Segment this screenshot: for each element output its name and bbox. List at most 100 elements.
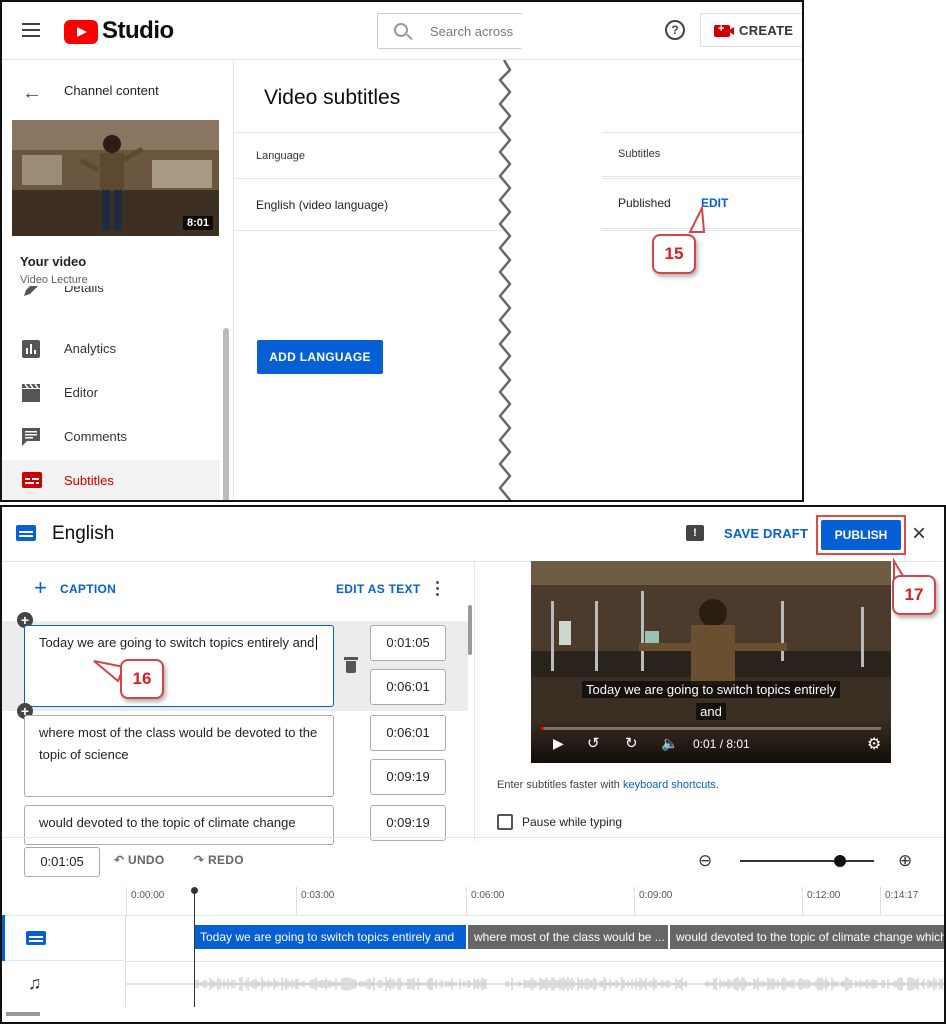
timeline-time-input[interactable]: 0:01:05: [24, 847, 100, 877]
zoom-out-icon[interactable]: ⊖: [698, 851, 712, 871]
subtitle-overlay-line-1: Today we are going to switch topics enti…: [531, 681, 891, 699]
divider: [474, 561, 475, 841]
undo-button[interactable]: ↶ UNDO: [114, 853, 165, 867]
analytics-icon: [22, 340, 40, 358]
pencil-icon: [22, 286, 38, 298]
save-draft-button[interactable]: SAVE DRAFT: [724, 526, 808, 541]
add-caption-button[interactable]: CAPTION: [60, 582, 116, 596]
feedback-icon[interactable]: !: [686, 525, 704, 541]
caption-end-time[interactable]: 0:09:19: [370, 759, 446, 795]
video-progress[interactable]: [541, 727, 881, 730]
ruler-tick: 0:12:00: [802, 887, 840, 915]
torn-gap: [502, 60, 602, 500]
sidebar-item-details[interactable]: Details: [2, 286, 220, 308]
thumbnail-duration: 8:01: [182, 216, 213, 230]
plus-icon[interactable]: +: [34, 577, 47, 599]
ruler-tick: 0:14:17: [880, 887, 918, 915]
subtitles-main: Video subtitles Language English (video …: [234, 60, 802, 500]
search-placeholder: Search across: [430, 24, 514, 39]
youtube-logo-icon[interactable]: [64, 20, 98, 44]
page-title: Video subtitles: [264, 86, 401, 109]
text-cursor: ​: [316, 635, 318, 650]
help-icon[interactable]: ?: [665, 20, 685, 40]
status-cell: Published: [618, 196, 671, 210]
redo-icon: ↷: [194, 853, 208, 867]
torn-edge: [498, 60, 512, 500]
caption-start-time[interactable]: 0:06:01: [370, 715, 446, 751]
video-player[interactable]: Today we are going to switch topics enti…: [531, 561, 891, 763]
edit-as-text-button[interactable]: EDIT AS TEXT: [336, 582, 421, 596]
caption-end-time[interactable]: 0:06:01: [370, 669, 446, 705]
play-icon[interactable]: ▶: [553, 735, 564, 752]
volume-icon[interactable]: 🔈: [661, 735, 678, 752]
video-controls: ▶ ↺ ↻ 🔈 0:01 / 8:01 ⚙: [531, 719, 891, 763]
caption-text-field[interactable]: would devoted to the topic of climate ch…: [24, 805, 334, 845]
ruler-tick: 0:09:00: [634, 887, 672, 915]
sidebar-item-analytics[interactable]: Analytics: [2, 328, 220, 372]
sidebar-item-label: Analytics: [64, 341, 117, 356]
undo-icon: ↶: [114, 853, 128, 867]
timeline-scrollbar[interactable]: [6, 1012, 40, 1016]
sidebar: ← Channel content 8:01 Your video Video …: [2, 60, 234, 500]
create-button[interactable]: CREATE: [700, 13, 802, 47]
publish-button[interactable]: PUBLISH: [821, 520, 901, 550]
audio-track-header: [2, 961, 126, 1007]
keyboard-hint: Enter subtitles faster with keyboard sho…: [497, 779, 719, 791]
subtitles-track-icon: [26, 931, 46, 945]
caption-start-time[interactable]: 0:09:19: [370, 805, 446, 841]
timeline-segment[interactable]: where most of the class would be ...: [468, 925, 668, 949]
search-box[interactable]: Search across: [377, 13, 522, 49]
sidebar-scrollbar[interactable]: [223, 328, 229, 500]
sidebar-item-subtitles[interactable]: Subtitles: [2, 460, 220, 500]
editor-title: English: [52, 523, 115, 544]
hint-text: Enter subtitles faster with: [497, 779, 623, 791]
caption-list-scrollbar[interactable]: [468, 605, 472, 655]
forward-10-icon[interactable]: ↻: [625, 734, 638, 752]
hint-suffix: .: [715, 779, 719, 791]
back-arrow-icon[interactable]: ←: [22, 82, 42, 105]
create-video-icon: [714, 23, 734, 37]
channel-content-link[interactable]: Channel content: [64, 83, 159, 98]
delete-caption-icon[interactable]: [344, 657, 358, 673]
pause-while-typing-label: Pause while typing: [522, 815, 623, 829]
redo-button[interactable]: ↷ REDO: [194, 853, 244, 867]
more-options-icon[interactable]: [436, 581, 440, 597]
subtitle-track-header: [2, 915, 126, 961]
sidebar-item-comments[interactable]: Comments: [2, 416, 220, 460]
timeline-segment-active[interactable]: Today we are going to switch topics enti…: [194, 925, 466, 949]
close-icon[interactable]: ×: [912, 520, 926, 548]
zoom-slider-handle[interactable]: [834, 855, 846, 867]
undo-label: UNDO: [128, 853, 165, 867]
caption-text-field[interactable]: where most of the class would be devoted…: [24, 715, 334, 797]
video-thumbnail[interactable]: 8:01: [12, 120, 219, 236]
comment-icon: [22, 428, 40, 446]
search-icon: [394, 23, 408, 37]
divider: [2, 837, 944, 838]
sidebar-item-label: Comments: [64, 429, 127, 444]
caption-start-time[interactable]: 0:01:05: [370, 625, 446, 661]
settings-gear-icon[interactable]: ⚙: [867, 734, 881, 754]
keyboard-shortcuts-link[interactable]: keyboard shortcuts: [623, 779, 716, 791]
ruler-tick: 0:00:00: [126, 887, 164, 915]
zoom-in-icon[interactable]: ⊕: [898, 851, 912, 871]
create-label: CREATE: [739, 23, 794, 38]
column-header-language: Language: [256, 150, 305, 162]
sidebar-item-label: Subtitles: [64, 473, 114, 488]
add-language-button[interactable]: ADD LANGUAGE: [257, 340, 383, 374]
sidebar-item-editor[interactable]: Editor: [2, 372, 220, 416]
language-cell: English (video language): [256, 198, 389, 212]
timeline-ruler[interactable]: 0:00:00 0:03:00 0:06:00 0:09:00 0:12:00 …: [126, 887, 944, 915]
rewind-10-icon[interactable]: ↺: [587, 734, 600, 752]
divider: [126, 915, 944, 916]
divider: [602, 176, 802, 177]
subtitle-editor-panel: English ! SAVE DRAFT PUBLISH × + CAPTION…: [0, 505, 946, 1024]
zoom-slider[interactable]: [740, 860, 874, 862]
caption-text-field[interactable]: Today we are going to switch topics enti…: [24, 625, 334, 707]
playhead[interactable]: [191, 887, 198, 1007]
menu-icon[interactable]: [22, 23, 40, 37]
timeline-segment[interactable]: would devoted to the topic of climate ch…: [670, 925, 944, 949]
music-note-icon: ♫: [28, 973, 42, 993]
pause-while-typing-checkbox[interactable]: [497, 814, 513, 830]
step-callout-17: 17: [892, 575, 936, 615]
studio-brand[interactable]: Studio: [102, 17, 174, 45]
